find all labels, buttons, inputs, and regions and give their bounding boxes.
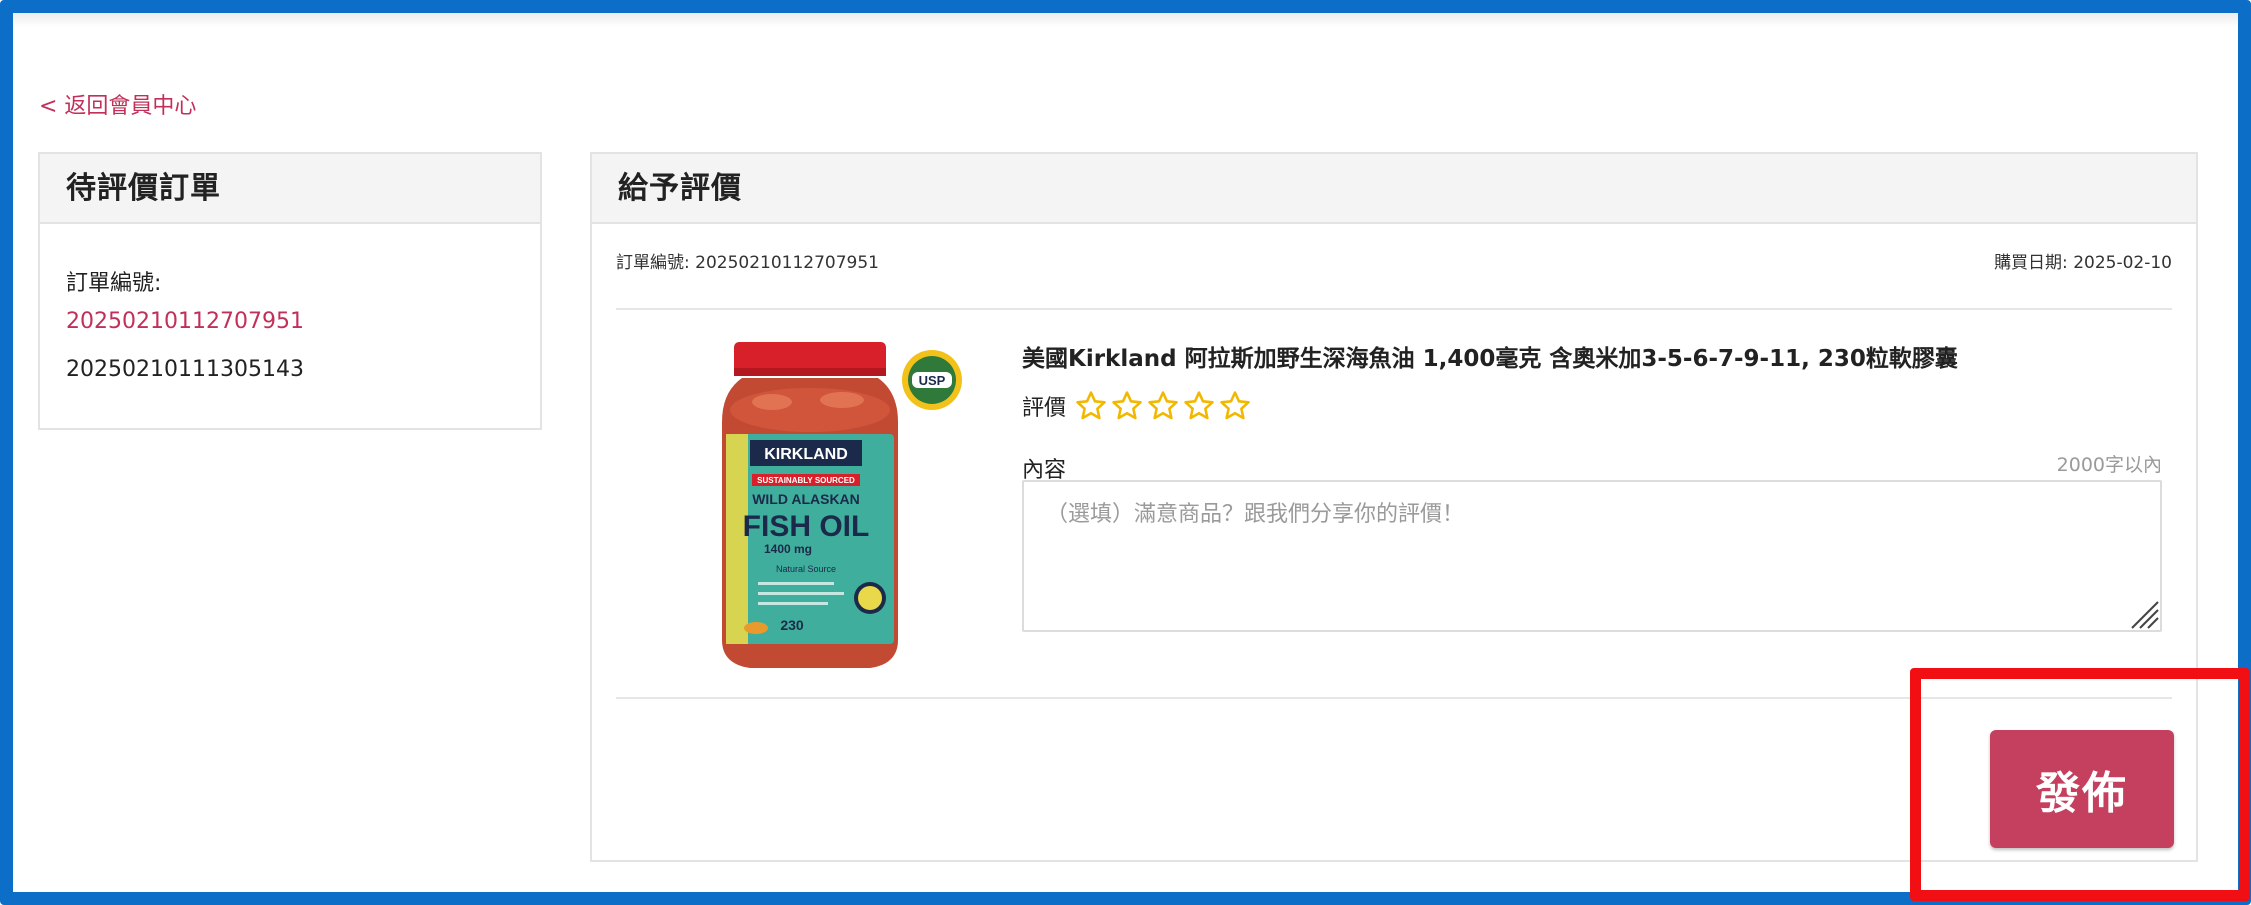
rating-label: 評價 bbox=[1022, 396, 1067, 421]
publish-button[interactable]: 發佈 bbox=[1990, 730, 2174, 848]
star-icon[interactable] bbox=[1074, 389, 1108, 423]
top-divider bbox=[13, 13, 2238, 27]
star-icon[interactable] bbox=[1218, 389, 1252, 423]
svg-text:SUSTAINABLY SOURCED: SUSTAINABLY SOURCED bbox=[757, 476, 855, 485]
give-review-title: 給予評價 bbox=[592, 154, 2196, 224]
purchase-date-text: 購買日期: 2025-02-10 bbox=[1994, 253, 2172, 273]
order-number-text: 訂單編號: 20250210112707951 bbox=[616, 253, 880, 273]
back-to-member-center-link[interactable]: < 返回會員中心 bbox=[39, 88, 196, 120]
svg-text:USP: USP bbox=[919, 373, 946, 388]
star-icon[interactable] bbox=[1146, 389, 1180, 423]
order-item-active[interactable]: 20250210112707951 bbox=[66, 309, 304, 334]
pending-orders-title: 待評價訂單 bbox=[40, 154, 540, 224]
order-item[interactable]: 20250210111305143 bbox=[66, 357, 304, 382]
order-number-label: 訂單編號: bbox=[66, 271, 162, 296]
rating-row: 評價 bbox=[1022, 388, 1254, 424]
product-image: KIRKLAND SUSTAINABLY SOURCED WILD ALASKA… bbox=[722, 342, 962, 668]
svg-text:WILD ALASKAN: WILD ALASKAN bbox=[752, 491, 860, 507]
pending-orders-panel: 待評價訂單 訂單編號: 20250210112707951 2025021011… bbox=[38, 152, 542, 430]
resize-handle-icon[interactable] bbox=[2128, 596, 2160, 630]
divider bbox=[616, 308, 2172, 310]
svg-text:KIRKLAND: KIRKLAND bbox=[764, 446, 848, 463]
svg-text:230: 230 bbox=[780, 617, 804, 633]
svg-text:FISH OIL: FISH OIL bbox=[743, 510, 870, 543]
order-meta-row: 訂單編號: 20250210112707951 購買日期: 2025-02-10 bbox=[616, 248, 2172, 273]
svg-text:1400 mg: 1400 mg bbox=[764, 542, 812, 556]
char-limit-note: 2000字以內 bbox=[2056, 454, 2162, 476]
svg-text:Natural Source: Natural Source bbox=[776, 564, 836, 574]
star-icon[interactable] bbox=[1110, 389, 1144, 423]
product-name: 美國Kirkland 阿拉斯加野生深海魚油 1,400毫克 含奧米加3-5-6-… bbox=[1022, 346, 1958, 372]
star-icon[interactable] bbox=[1182, 389, 1216, 423]
review-textarea[interactable] bbox=[1022, 480, 2162, 632]
